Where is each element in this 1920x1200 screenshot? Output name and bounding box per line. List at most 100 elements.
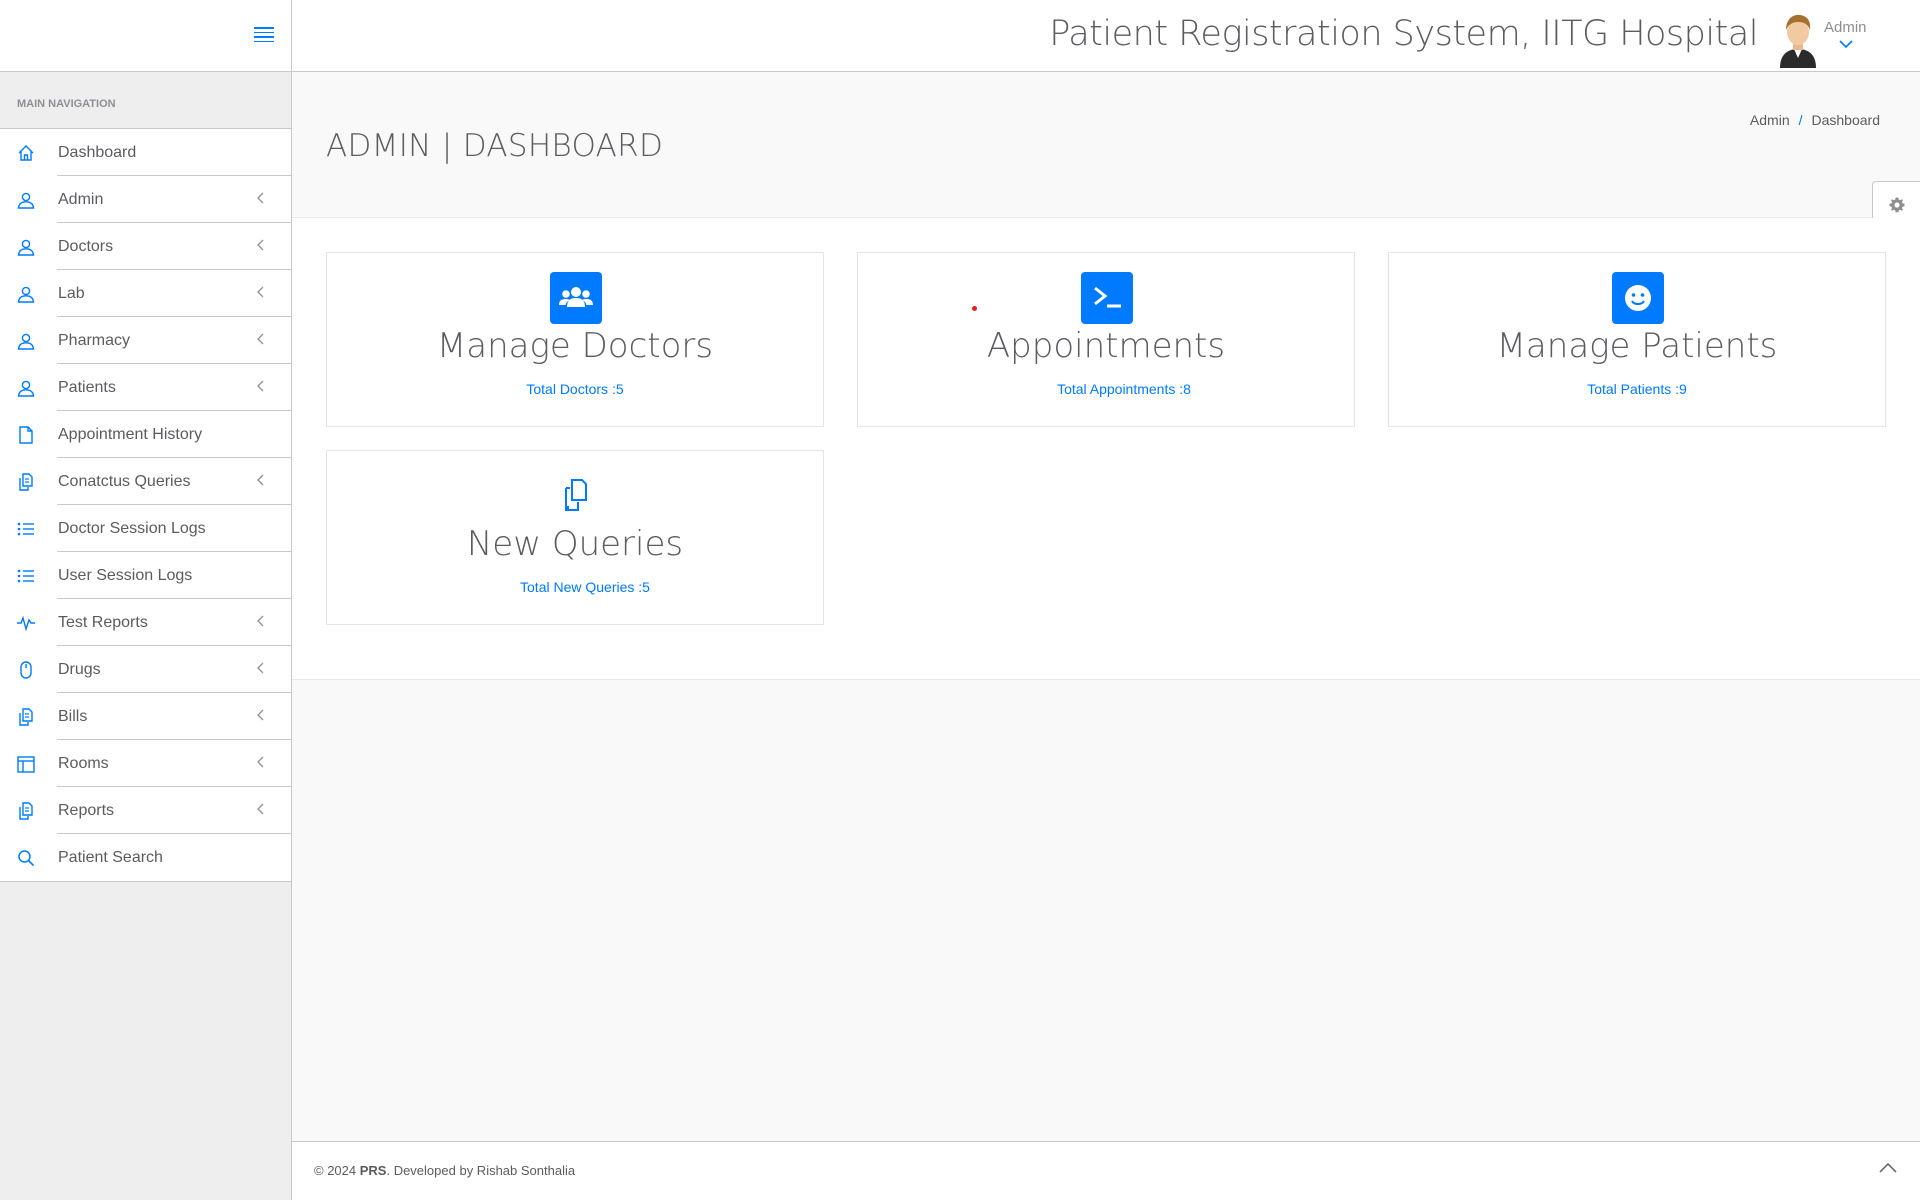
cursor-dot xyxy=(972,306,977,311)
mouse-icon xyxy=(20,661,32,679)
list-icon xyxy=(17,569,34,583)
files-icon xyxy=(19,802,33,820)
footer-brand: PRS xyxy=(359,1163,387,1178)
sidebar-item-label: Conatctus Queries xyxy=(58,473,191,490)
sidebar-item-label: Doctor Session Logs xyxy=(58,520,206,537)
terminal-icon xyxy=(1081,272,1133,324)
sidebar-item-label: Reports xyxy=(58,802,115,819)
pulse-icon xyxy=(17,615,35,632)
card-link[interactable]: Total Appointments :8 xyxy=(894,381,1354,397)
card-new-queries[interactable]: New Queries Total New Queries :5 xyxy=(326,450,824,625)
nav-section-title: MAIN NAVIGATION xyxy=(0,72,291,129)
sidebar-item-user-session-logs[interactable]: User Session Logs xyxy=(0,552,291,599)
sidebar-item-drugs[interactable]: Drugs xyxy=(0,646,291,693)
card-title: Appointments xyxy=(986,326,1226,366)
chevron-left-icon[interactable] xyxy=(254,755,268,769)
app-title: Patient Registration System, IITG Hospit… xyxy=(1049,14,1758,54)
sidebar-item-rooms[interactable]: Rooms xyxy=(0,740,291,787)
home-icon xyxy=(18,145,34,161)
footer-text: © 2024 PRS. Developed by Rishab Sonthali… xyxy=(314,1163,575,1178)
footer-copyright: © 2024 xyxy=(314,1163,360,1178)
sidebar-item-dashboard[interactable]: Dashboard xyxy=(0,129,291,176)
sidebar-item-label: Patients xyxy=(58,379,116,396)
users-icon xyxy=(550,272,602,324)
user-name[interactable]: Admin xyxy=(1824,19,1867,36)
nav-list: Dashboard Admin Doctors Lab Pharmacy Patients… xyxy=(0,129,291,882)
chevron-left-icon[interactable] xyxy=(254,802,268,816)
file-icon xyxy=(19,426,33,444)
sidebar-item-label: Patient Search xyxy=(58,849,163,866)
files-icon xyxy=(19,708,33,726)
footer-credit: . Developed by Rishab Sonthalia xyxy=(386,1163,576,1178)
sidebar-item-admin[interactable]: Admin xyxy=(0,176,291,223)
sidebar-item-label: Bills xyxy=(58,708,88,725)
sidebar-item-label: Test Reports xyxy=(58,614,148,631)
sidebar-item-pharmacy[interactable]: Pharmacy xyxy=(0,317,291,364)
sidebar-item-conatctus-queries[interactable]: Conatctus Queries xyxy=(0,458,291,505)
sidebar-item-label: Dashboard xyxy=(58,144,137,161)
chevron-left-icon[interactable] xyxy=(254,285,268,299)
chevron-left-icon[interactable] xyxy=(254,473,268,487)
card-title: Manage Doctors xyxy=(436,326,714,366)
breadcrumb: Admin / Dashboard xyxy=(1750,112,1880,128)
chevron-left-icon[interactable] xyxy=(254,191,268,205)
sidebar-item-appointment-history[interactable]: Appointment History xyxy=(0,411,291,458)
card-title: New Queries xyxy=(466,524,684,564)
sidebar-item-label: Admin xyxy=(58,191,104,208)
card-link[interactable]: Total Patients :9 xyxy=(1389,381,1885,397)
user-icon xyxy=(17,239,35,256)
smile-icon xyxy=(1612,272,1664,324)
card-appointments[interactable]: Appointments Total Appointments :8 xyxy=(857,252,1355,427)
sidebar-item-reports[interactable]: Reports xyxy=(0,787,291,834)
sidebar-item-patient-search[interactable]: Patient Search xyxy=(0,834,291,881)
chevron-left-icon[interactable] xyxy=(254,332,268,346)
layout-icon xyxy=(17,756,35,773)
chevron-up-icon[interactable] xyxy=(1878,1160,1898,1176)
sidebar-item-doctors[interactable]: Doctors xyxy=(0,223,291,270)
card-manage-patients[interactable]: Manage Patients Total Patients :9 xyxy=(1388,252,1886,427)
sidebar: MAIN NAVIGATION Dashboard Admin Doctors Lab… xyxy=(0,0,292,1200)
sidebar-item-label: Rooms xyxy=(58,755,109,772)
sidebar-item-label: Lab xyxy=(58,285,85,302)
sidebar-item-label: Appointment History xyxy=(58,426,203,443)
breadcrumb-item-dashboard: Dashboard xyxy=(1811,112,1881,128)
chevron-left-icon[interactable] xyxy=(254,238,268,252)
card-title: Manage Patients xyxy=(1496,326,1778,366)
gear-icon xyxy=(1889,197,1905,213)
list-icon xyxy=(17,522,34,536)
sidebar-header xyxy=(0,0,291,72)
page-header: ADMIN | DASHBOARD Admin / Dashboard xyxy=(292,73,1920,218)
sidebar-item-label: Drugs xyxy=(58,661,101,678)
chevron-left-icon[interactable] xyxy=(254,614,268,628)
sidebar-item-lab[interactable]: Lab xyxy=(0,270,291,317)
dashboard-content: Manage Doctors Total Doctors :5 Appointm… xyxy=(292,218,1920,680)
top-navbar: Patient Registration System, IITG Hospit… xyxy=(292,0,1920,72)
chevron-left-icon[interactable] xyxy=(254,708,268,722)
user-icon xyxy=(17,286,35,303)
user-icon xyxy=(17,380,35,397)
page-title: ADMIN | DASHBOARD xyxy=(326,128,664,164)
footer: © 2024 PRS. Developed by Rishab Sonthali… xyxy=(292,1141,1920,1200)
breadcrumb-item-admin[interactable]: Admin xyxy=(1750,112,1790,128)
chevron-left-icon[interactable] xyxy=(254,661,268,675)
card-link[interactable]: Total New Queries :5 xyxy=(347,579,823,595)
sidebar-item-test-reports[interactable]: Test Reports xyxy=(0,599,291,646)
breadcrumb-separator: / xyxy=(1798,112,1803,128)
sidebar-item-label: User Session Logs xyxy=(58,567,193,584)
sidebar-item-bills[interactable]: Bills xyxy=(0,693,291,740)
sidebar-item-label: Doctors xyxy=(58,238,114,255)
avatar[interactable] xyxy=(1774,10,1822,68)
card-link[interactable]: Total Doctors :5 xyxy=(327,381,823,397)
chevron-left-icon[interactable] xyxy=(254,379,268,393)
search-icon xyxy=(18,850,35,867)
files-icon xyxy=(19,473,33,491)
chevron-down-icon[interactable] xyxy=(1838,38,1854,50)
sidebar-item-doctor-session-logs[interactable]: Doctor Session Logs xyxy=(0,505,291,552)
sidebar-item-patients[interactable]: Patients xyxy=(0,364,291,411)
card-manage-doctors[interactable]: Manage Doctors Total Doctors :5 xyxy=(326,252,824,427)
menu-toggle-icon[interactable] xyxy=(250,24,280,48)
sidebar-item-label: Pharmacy xyxy=(58,332,131,349)
user-icon xyxy=(17,333,35,350)
user-icon xyxy=(17,192,35,209)
files-icon xyxy=(550,470,602,522)
